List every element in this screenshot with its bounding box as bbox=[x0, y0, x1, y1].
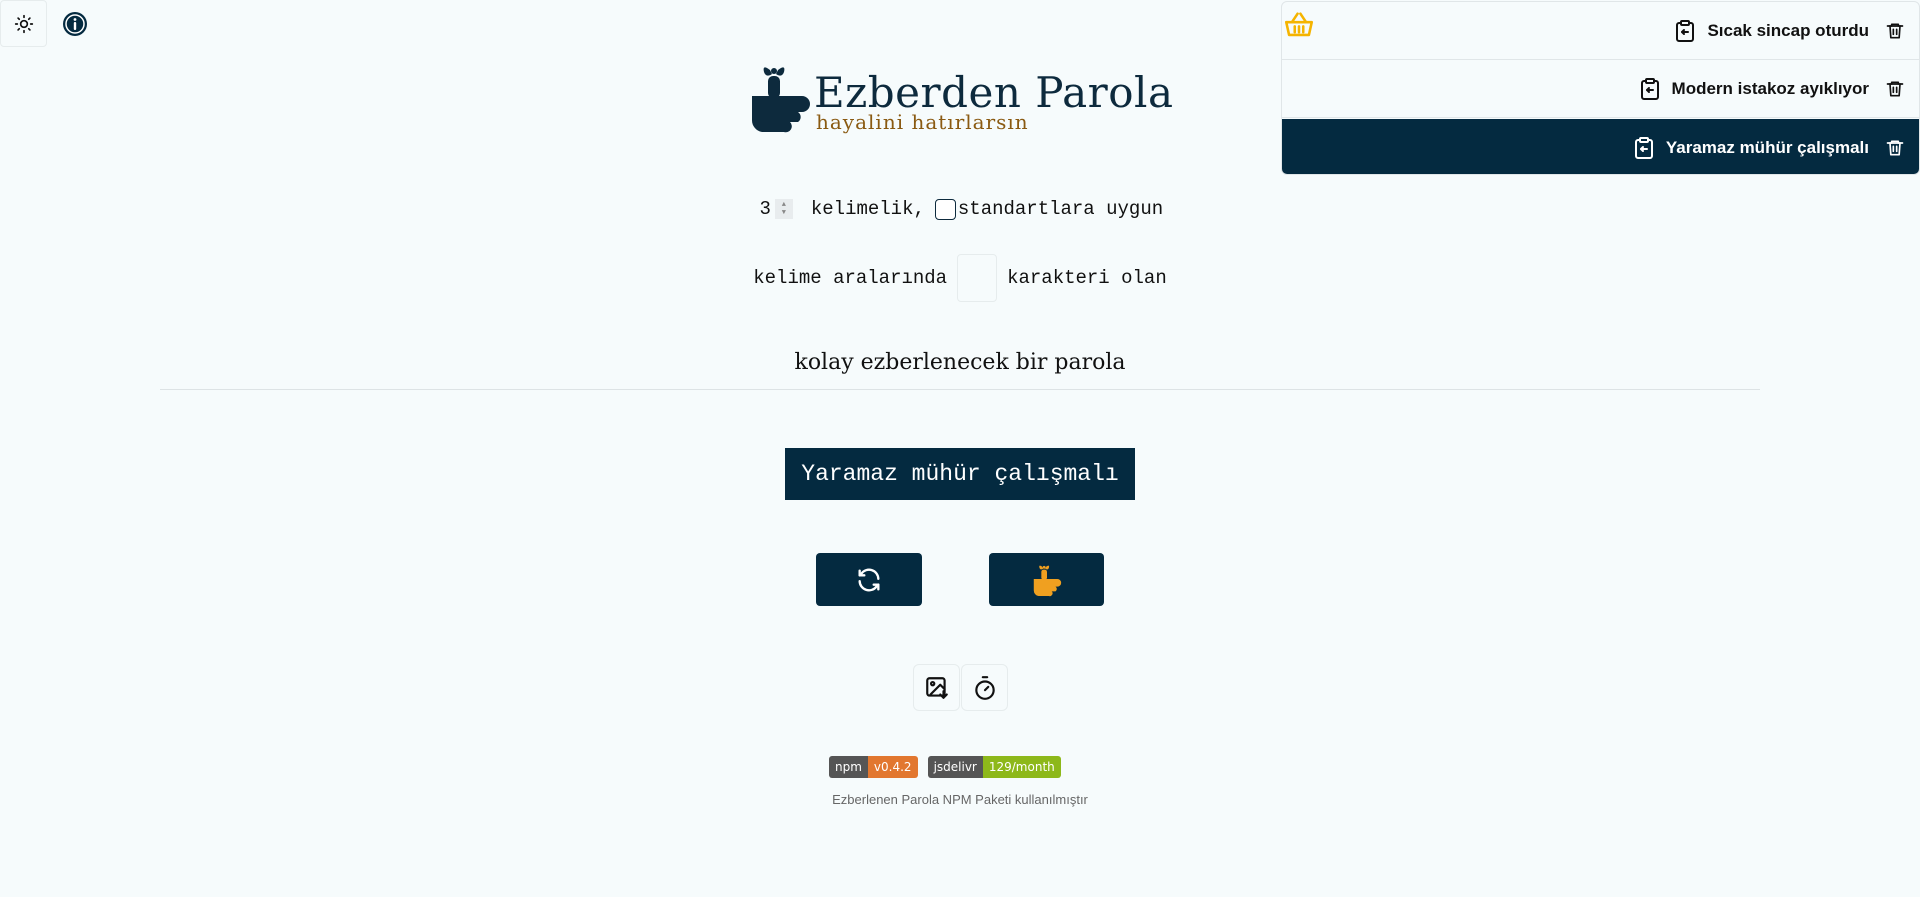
npm-badge[interactable]: npm v0.4.2 bbox=[829, 756, 918, 778]
logo-subtitle: hayalini hatırlarsın bbox=[816, 110, 1029, 134]
image-download-button[interactable] bbox=[913, 664, 960, 711]
separator-suffix: karakteri olan bbox=[1007, 267, 1167, 289]
refresh-button[interactable] bbox=[816, 553, 922, 606]
saved-password-label: Modern istakoz ayıklıyor bbox=[1671, 78, 1869, 98]
timer-button[interactable] bbox=[961, 664, 1008, 711]
word-options-row: 3 ▲ ▼ kelimelik, standartlara uygun bbox=[0, 198, 1920, 220]
separator-row: kelime aralarında karakteri olan bbox=[0, 254, 1920, 302]
badges: npm v0.4.2 jsdelivr 129/month bbox=[829, 756, 1061, 778]
stepper-arrows[interactable]: ▲ ▼ bbox=[774, 199, 793, 219]
saved-password-item-active[interactable]: Yaramaz mühür çalışmalı bbox=[1282, 119, 1919, 174]
generated-password[interactable]: Yaramaz mühür çalışmalı bbox=[785, 448, 1135, 500]
word-count-value[interactable]: 3 bbox=[757, 198, 770, 220]
separator-input[interactable] bbox=[957, 254, 998, 302]
badge-value: 129/month bbox=[982, 756, 1061, 778]
footer-note: Ezberlenen Parola NPM Paketi kullanılmış… bbox=[832, 792, 1088, 807]
word-count-stepper[interactable]: 3 ▲ ▼ bbox=[757, 198, 793, 220]
remember-button[interactable] bbox=[989, 553, 1104, 606]
divider bbox=[160, 389, 1760, 390]
finger-bow-icon bbox=[1033, 565, 1061, 596]
badge-label: jsdelivr bbox=[927, 756, 983, 778]
clipboard-icon[interactable] bbox=[1638, 77, 1662, 101]
badge-label: npm bbox=[829, 756, 868, 778]
saved-password-item[interactable]: Modern istakoz ayıklıyor bbox=[1282, 60, 1919, 118]
info-button[interactable] bbox=[62, 11, 88, 37]
sun-icon bbox=[14, 14, 33, 33]
trash-icon[interactable] bbox=[1885, 79, 1905, 99]
trash-icon[interactable] bbox=[1885, 21, 1905, 41]
saved-password-label: Yaramaz mühür çalışmalı bbox=[1665, 138, 1869, 157]
image-download-icon bbox=[925, 676, 948, 699]
standard-label: standartlara uygun bbox=[957, 198, 1164, 220]
standard-checkbox[interactable] bbox=[934, 198, 956, 220]
stopwatch-icon bbox=[974, 675, 995, 700]
info-icon bbox=[63, 12, 87, 36]
clipboard-icon[interactable] bbox=[1673, 19, 1697, 43]
saved-password-label: Sıcak sincap oturdu bbox=[1707, 20, 1869, 40]
saved-passwords-panel: Sıcak sincap oturdu Modern istakoz ayıkl… bbox=[1281, 1, 1920, 175]
jsdelivr-badge[interactable]: jsdelivr 129/month bbox=[927, 756, 1061, 778]
theme-toggle-button[interactable] bbox=[0, 0, 47, 47]
separator-prefix: kelime aralarında bbox=[753, 267, 948, 289]
word-count-suffix: kelimelik, bbox=[810, 198, 925, 220]
saved-password-item[interactable]: Sıcak sincap oturdu bbox=[1282, 2, 1919, 60]
refresh-icon bbox=[858, 568, 880, 591]
section-heading: kolay ezberlenecek bir parola bbox=[794, 350, 1126, 375]
clipboard-icon[interactable] bbox=[1632, 136, 1656, 160]
trash-icon[interactable] bbox=[1885, 138, 1905, 158]
finger-bow-icon bbox=[751, 67, 810, 133]
badge-value: v0.4.2 bbox=[867, 756, 918, 778]
app-logo: Ezberden Parola hayalini hatırlarsın bbox=[748, 58, 1173, 138]
